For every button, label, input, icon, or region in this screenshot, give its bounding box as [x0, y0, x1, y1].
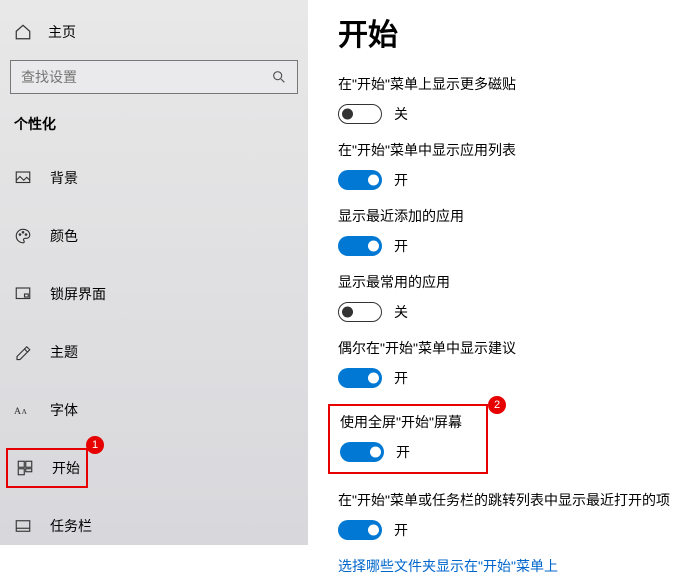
- taskbar-icon: [14, 517, 32, 535]
- setting-label: 在"开始"菜单上显示更多磁贴: [338, 74, 687, 94]
- highlight-box-fullscreen: 使用全屏"开始"屏幕 开 2: [328, 404, 488, 474]
- sidebar-item-label: 背景: [50, 168, 78, 188]
- toggle-recently-added[interactable]: [338, 236, 382, 256]
- sidebar-item-taskbar[interactable]: 任务栏: [0, 506, 308, 546]
- toggle-state: 关: [394, 104, 408, 124]
- sidebar-item-fonts[interactable]: AA 字体: [0, 390, 308, 430]
- section-label: 个性化: [0, 114, 308, 134]
- search-input-container[interactable]: [10, 60, 298, 94]
- search-icon: [271, 69, 287, 85]
- annotation-badge-1: 1: [86, 436, 104, 454]
- setting-fullscreen-start: 使用全屏"开始"屏幕 开 2: [338, 404, 687, 474]
- toggle-fullscreen-start[interactable]: [340, 442, 384, 462]
- page-title: 开始: [338, 10, 687, 54]
- sidebar-item-lockscreen[interactable]: 锁屏界面: [0, 274, 308, 314]
- toggle-state: 开: [394, 368, 408, 388]
- theme-icon: [14, 343, 32, 361]
- sidebar: 主页 个性化 背景 颜色 锁屏界面 主题 AA 字体: [0, 0, 308, 545]
- toggle-state: 关: [394, 302, 408, 322]
- search-input[interactable]: [21, 69, 271, 85]
- sidebar-item-label: 颜色: [50, 226, 78, 246]
- setting-app-list: 在"开始"菜单中显示应用列表 开: [338, 140, 687, 190]
- setting-label: 偶尔在"开始"菜单中显示建议: [338, 338, 687, 358]
- sidebar-item-label: 字体: [50, 400, 78, 420]
- svg-text:A: A: [14, 406, 21, 417]
- main-panel: 开始 在"开始"菜单上显示更多磁贴 关 在"开始"菜单中显示应用列表 开 显示最…: [308, 0, 687, 545]
- palette-icon: [14, 227, 32, 245]
- sidebar-item-background[interactable]: 背景: [0, 158, 308, 198]
- picture-icon: [14, 169, 32, 187]
- toggle-state: 开: [394, 520, 408, 540]
- home-label: 主页: [48, 22, 76, 42]
- setting-jumplist: 在"开始"菜单或任务栏的跳转列表中显示最近打开的项 开: [338, 490, 687, 540]
- toggle-more-tiles[interactable]: [338, 104, 382, 124]
- setting-recently-added: 显示最近添加的应用 开: [338, 206, 687, 256]
- lockscreen-icon: [14, 285, 32, 303]
- toggle-state: 开: [394, 236, 408, 256]
- svg-text:A: A: [22, 407, 28, 416]
- sidebar-item-start[interactable]: 开始 1: [6, 448, 88, 488]
- toggle-jumplist[interactable]: [338, 520, 382, 540]
- choose-folders-link[interactable]: 选择哪些文件夹显示在"开始"菜单上: [338, 556, 687, 576]
- sidebar-item-label: 锁屏界面: [50, 284, 106, 304]
- sidebar-item-themes[interactable]: 主题: [0, 332, 308, 372]
- sidebar-item-label: 主题: [50, 342, 78, 362]
- toggle-state: 开: [396, 442, 410, 462]
- setting-label: 显示最常用的应用: [338, 272, 687, 292]
- setting-most-used: 显示最常用的应用 关: [338, 272, 687, 322]
- toggle-suggestions[interactable]: [338, 368, 382, 388]
- home-icon: [14, 23, 32, 41]
- start-icon: [16, 459, 34, 477]
- setting-label: 在"开始"菜单中显示应用列表: [338, 140, 687, 160]
- sidebar-item-label: 开始: [52, 458, 80, 478]
- annotation-badge-2: 2: [488, 396, 506, 414]
- setting-label: 显示最近添加的应用: [338, 206, 687, 226]
- setting-label: 使用全屏"开始"屏幕: [340, 412, 476, 432]
- toggle-app-list[interactable]: [338, 170, 382, 190]
- setting-suggestions: 偶尔在"开始"菜单中显示建议 开: [338, 338, 687, 388]
- home-nav[interactable]: 主页: [0, 18, 308, 46]
- toggle-most-used[interactable]: [338, 302, 382, 322]
- setting-more-tiles: 在"开始"菜单上显示更多磁贴 关: [338, 74, 687, 124]
- setting-label: 在"开始"菜单或任务栏的跳转列表中显示最近打开的项: [338, 490, 687, 510]
- sidebar-item-label: 任务栏: [50, 516, 92, 536]
- toggle-state: 开: [394, 170, 408, 190]
- font-icon: AA: [14, 401, 32, 419]
- sidebar-item-colors[interactable]: 颜色: [0, 216, 308, 256]
